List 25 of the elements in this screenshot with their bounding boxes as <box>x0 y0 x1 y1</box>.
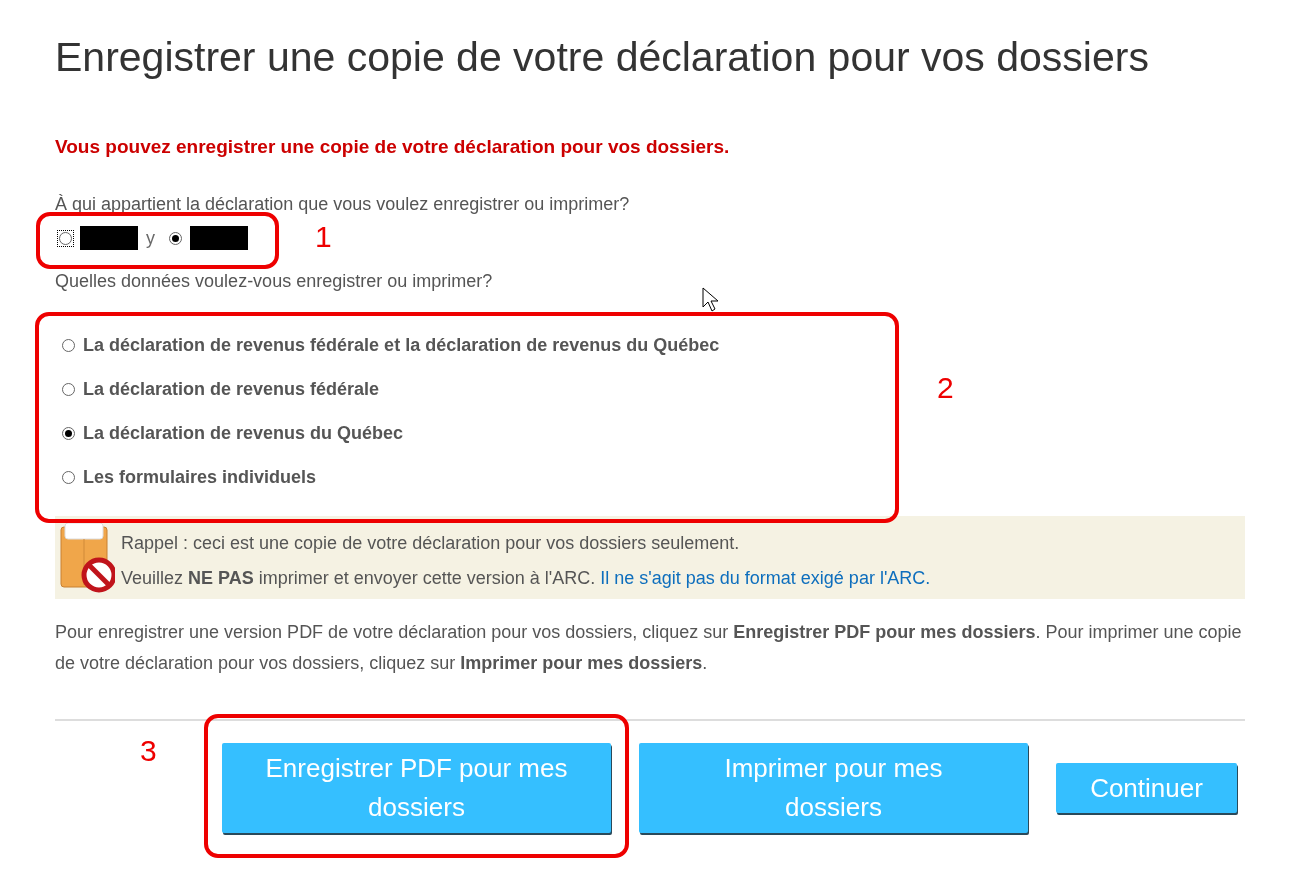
option-label: Les formulaires individuels <box>83 466 317 488</box>
notice-text: Rappel : ceci est une copie de votre déclaration pour vos dossiers seulement. <box>121 532 741 554</box>
format-link[interactable]: Il ne s'agit pas du format exigé par l'ARC. <box>600 567 931 589</box>
page-title: Enregistrer une copie de votre déclaration pour vos dossiers <box>55 33 1150 82</box>
envelope-prohibited-icon <box>57 522 115 593</box>
annotation-number: 3 <box>140 734 157 768</box>
question-label: À qui appartient la déclaration que vous voulez enregistrer ou imprimer? <box>55 194 631 215</box>
radio-button[interactable] <box>62 382 75 396</box>
action-button[interactable]: Continuer <box>1056 763 1237 813</box>
annotation-number: 2 <box>937 371 954 405</box>
radio-button[interactable] <box>169 231 182 245</box>
option-label: La déclaration de revenus fédérale <box>83 378 380 400</box>
action-button[interactable]: Imprimer pour mes dossiers <box>639 743 1028 833</box>
notice-text: Veuillez NE PAS imprimer et envoyer cette version à l'ARC. <box>121 567 596 589</box>
annotation-number: 1 <box>315 220 332 254</box>
option-label: La déclaration de revenus fédérale et la déclaration de revenus du Québec <box>83 334 720 356</box>
intro-text: Vous pouvez enregistrer une copie de votre déclaration pour vos dossiers. <box>55 136 731 158</box>
radio-button[interactable] <box>62 470 75 484</box>
radio-button[interactable] <box>62 338 75 352</box>
owner-name: y <box>146 227 155 249</box>
question-label: Quelles données voulez-vous enregistrer ou imprimer? <box>55 271 494 292</box>
action-button[interactable]: Enregistrer PDF pour mes dossiers <box>222 743 611 833</box>
instructions-text: Pour enregistrer une version PDF de votre déclaration pour vos dossiers, cliquez sur Enregistrer PDF pour mes dossiers. Pour imprimer une copie de votre déclaration pour vos dossiers, cliquez sur Imprimer pour mes dossiers. <box>55 621 1243 675</box>
option-label: La déclaration de revenus du Québec <box>83 422 404 444</box>
radio-button[interactable] <box>62 426 75 440</box>
